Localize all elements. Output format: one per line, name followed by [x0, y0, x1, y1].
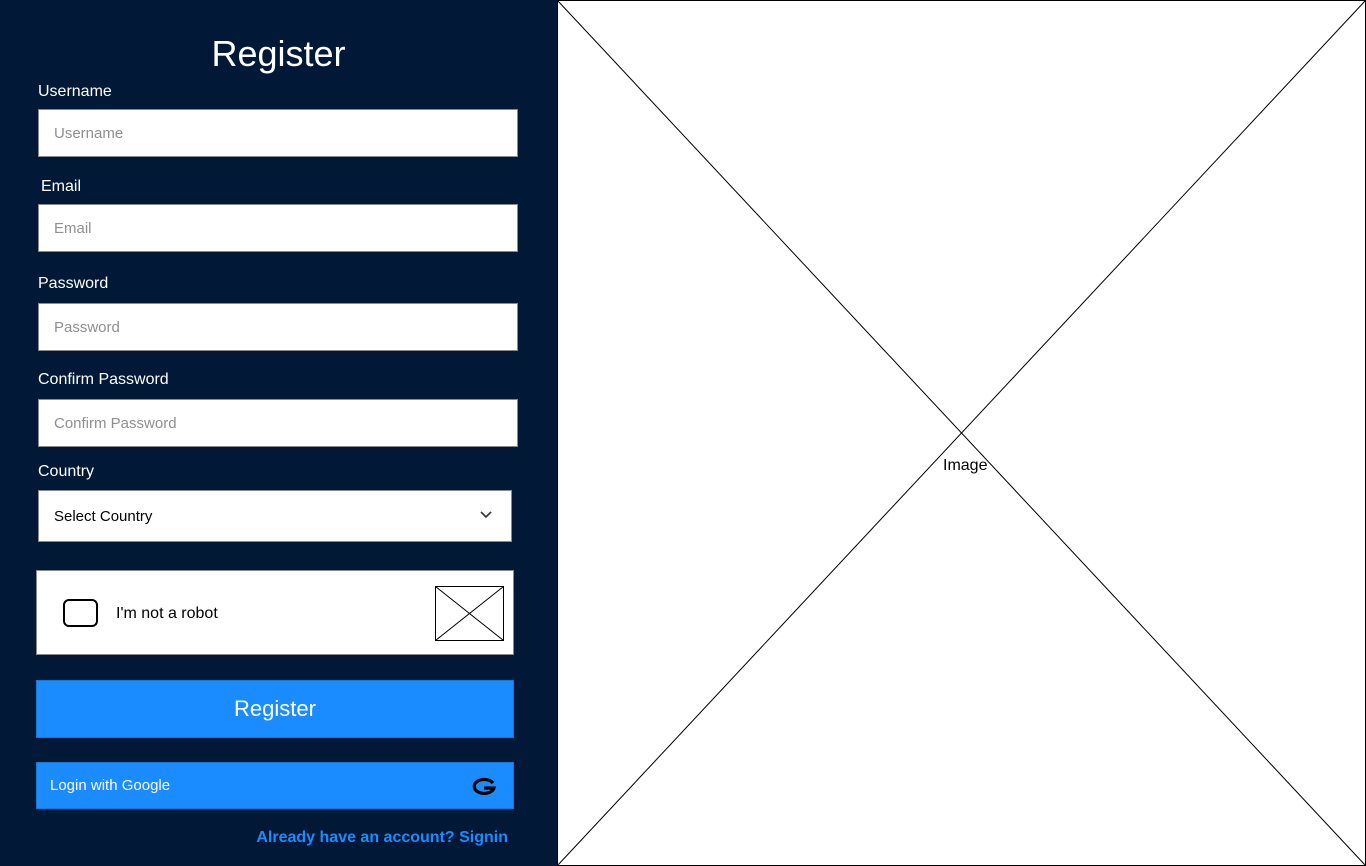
page-title: Register — [211, 33, 346, 74]
image-label: Image — [943, 457, 988, 474]
register-page: Register Username Email Password Confirm… — [0, 0, 1366, 866]
password-input[interactable] — [38, 303, 518, 351]
image-placeholder-icon — [557, 0, 1366, 866]
country-select-value: Select Country — [54, 508, 153, 525]
country-label: Country — [38, 463, 95, 480]
chevron-down-icon — [480, 511, 492, 519]
google-login-button[interactable]: Login with Google — [36, 762, 514, 809]
confirm-password-input[interactable] — [38, 399, 518, 447]
register-button[interactable]: Register — [36, 680, 514, 738]
email-input[interactable] — [38, 204, 518, 252]
username-input[interactable] — [38, 109, 518, 157]
email-label: Email — [41, 178, 82, 195]
password-label: Password — [38, 275, 109, 292]
country-select[interactable]: Select Country — [38, 490, 512, 542]
captcha-widget: I'm not a robot — [36, 570, 514, 655]
captcha-checkbox[interactable] — [63, 599, 98, 627]
image-placeholder: Image — [557, 0, 1366, 866]
username-label: Username — [38, 83, 112, 100]
google-login-label: Login with Google — [50, 777, 171, 794]
signin-link[interactable]: Already have an account? Signin — [256, 829, 508, 847]
register-form-panel: Register Username Email Password Confirm… — [0, 0, 557, 866]
captcha-logo-icon — [435, 586, 504, 641]
confirm-password-label: Confirm Password — [38, 371, 169, 388]
captcha-label: I'm not a robot — [116, 605, 218, 622]
google-icon — [472, 777, 497, 795]
